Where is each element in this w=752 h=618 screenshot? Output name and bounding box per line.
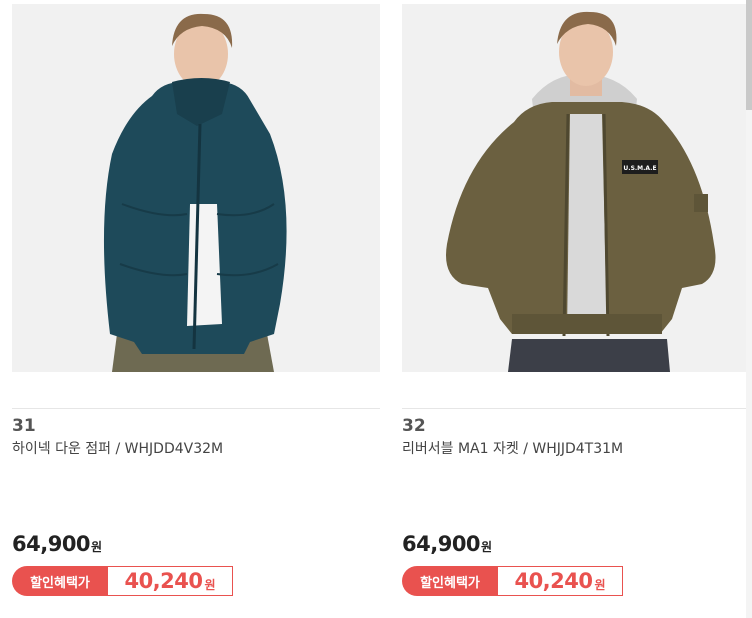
product-card-31[interactable]: 31 하이넥 다운 점퍼 / WHJDD4V32M 64,900원 할인혜택가 …: [12, 0, 380, 618]
product-name[interactable]: 하이넥 다운 점퍼 / WHJDD4V32M: [12, 438, 223, 458]
sale-price-badge: 할인혜택가 40,240 원: [402, 566, 623, 596]
product-card-32[interactable]: U.S.M.A.E 32 리버서블 MA1 자켓 / WHJJD4T31M 64…: [402, 0, 752, 618]
card-divider: [12, 408, 380, 409]
navy-down-jacket-photo: [12, 4, 380, 372]
original-price-value: 64,900: [12, 532, 91, 556]
sale-label: 할인혜택가: [402, 566, 498, 596]
original-price-unit: 원: [91, 540, 102, 554]
sale-price-box: 40,240 원: [108, 566, 233, 596]
product-number: 31: [12, 416, 36, 436]
olive-ma1-jacket-photo: U.S.M.A.E: [402, 4, 752, 372]
patch-text: U.S.M.A.E: [623, 165, 656, 172]
sale-price-box: 40,240 원: [498, 566, 623, 596]
sale-price-value: 40,240: [514, 569, 593, 593]
page-scrollbar[interactable]: [746, 0, 752, 618]
product-number: 32: [402, 416, 426, 436]
original-price: 64,900원: [402, 532, 492, 556]
product-image-32[interactable]: U.S.M.A.E: [402, 4, 752, 372]
original-price-value: 64,900: [402, 532, 481, 556]
sale-price-badge: 할인혜택가 40,240 원: [12, 566, 233, 596]
product-image-31[interactable]: [12, 4, 380, 372]
sale-price-unit: 원: [204, 577, 216, 592]
original-price-unit: 원: [481, 540, 492, 554]
card-divider: [402, 408, 752, 409]
original-price: 64,900원: [12, 532, 102, 556]
sale-label: 할인혜택가: [12, 566, 108, 596]
sale-price-value: 40,240: [124, 569, 203, 593]
scrollbar-thumb[interactable]: [746, 0, 752, 110]
product-name[interactable]: 리버서블 MA1 자켓 / WHJJD4T31M: [402, 438, 623, 458]
sale-price-unit: 원: [594, 577, 606, 592]
